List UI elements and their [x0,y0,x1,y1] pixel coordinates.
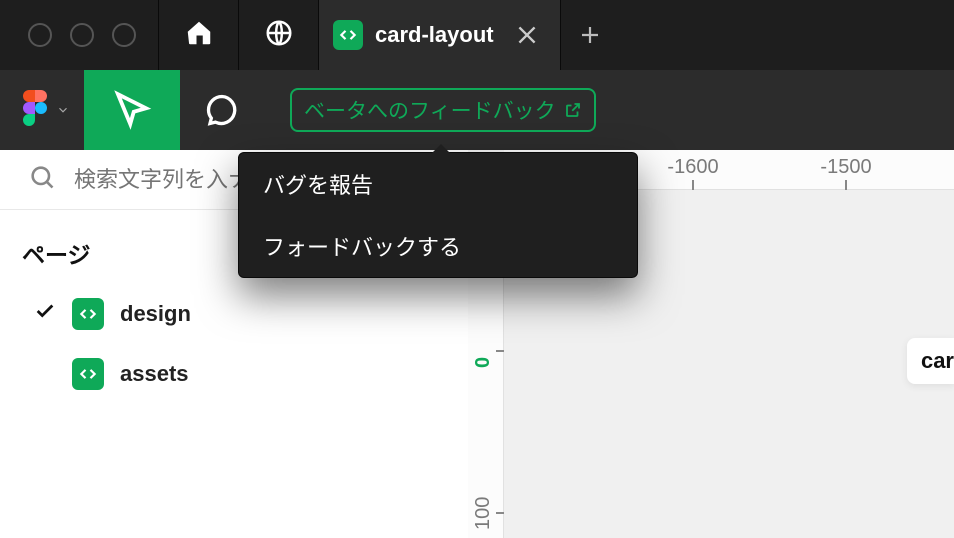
search-icon [28,163,56,196]
app-menu-button[interactable] [0,70,84,150]
ruler-tick [496,512,504,514]
window-minimize-button[interactable] [70,23,94,47]
beta-feedback-label: ベータへのフィードバック [304,95,556,125]
chevron-down-icon [56,103,70,117]
cursor-icon [111,89,153,131]
page-item-assets[interactable]: assets [0,344,468,404]
toolbar: ベータへのフィードバック [0,70,954,150]
page-item-design[interactable]: design [0,284,468,344]
comment-tool-button[interactable] [180,70,264,150]
titlebar: card-layout [0,0,954,70]
close-icon [514,22,540,48]
page-name: design [120,301,191,327]
ruler-tick [692,180,694,190]
home-icon [184,18,214,53]
file-tab-label: card-layout [375,22,494,48]
file-tab-active[interactable]: card-layout [318,0,560,70]
move-tool-button[interactable] [84,70,180,150]
code-icon [72,358,104,390]
ruler-mark: 0 [472,357,495,368]
feedback-menu-item-1[interactable]: フォードバックする [239,215,637,277]
globe-icon [264,18,294,53]
window-zoom-button[interactable] [112,23,136,47]
ruler-tick [845,180,847,190]
community-tab[interactable] [238,0,318,70]
plus-icon [578,23,602,47]
external-link-icon [564,101,582,119]
feedback-menu-item-0[interactable]: バグを報告 [239,153,637,215]
ruler-mark: -1500 [820,156,871,179]
figma-logo-icon [22,88,48,133]
ruler-tick [496,350,504,352]
close-tab-button[interactable] [514,22,540,48]
speech-bubble-icon [204,92,240,128]
home-tab[interactable] [158,0,238,70]
check-icon [34,300,56,328]
code-icon [72,298,104,330]
page-name: assets [120,361,189,387]
window-close-button[interactable] [28,23,52,47]
beta-feedback-menu: バグを報告フォードバックする [238,152,638,278]
ruler-mark: 100 [472,497,495,530]
code-icon [333,20,363,50]
artboard-label[interactable]: car [907,338,954,384]
window-controls [0,23,158,47]
new-tab-button[interactable] [560,0,620,70]
page-list: design assets [0,284,468,404]
beta-feedback-button[interactable]: ベータへのフィードバック [290,88,596,132]
ruler-mark: -1600 [667,156,718,179]
